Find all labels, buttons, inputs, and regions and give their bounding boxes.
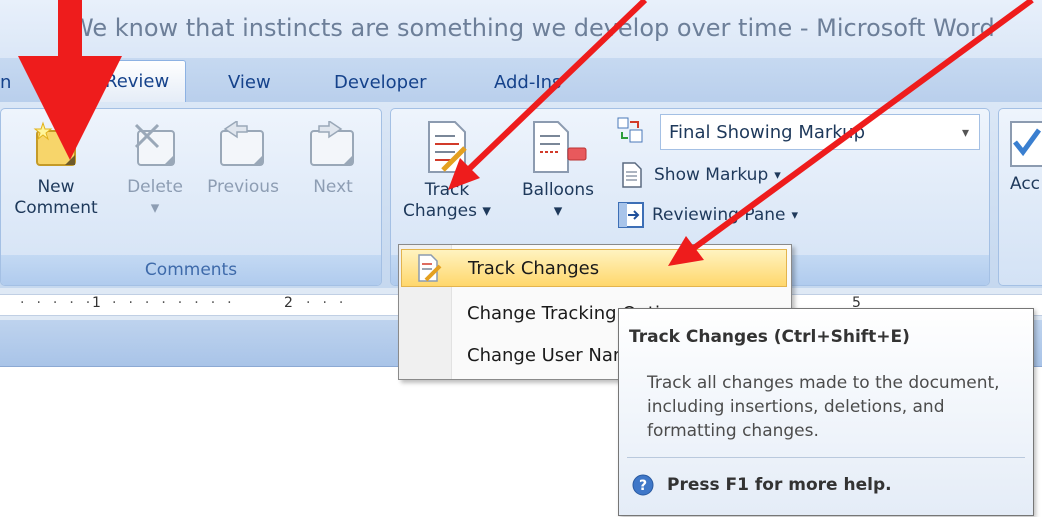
track-changes-label-line1: Track [424,180,470,200]
svg-text:?: ? [639,478,647,494]
delete-comment-label: Delete [127,177,183,197]
track-changes-label-text: Changes [403,201,477,221]
comments-group: New Comment Delete ▾ Previous Next Comme… [0,108,382,286]
reviewing-pane-button[interactable]: Reviewing Pane ▾ [618,202,798,228]
previous-comment-label: Previous [207,177,279,197]
tooltip-title: Track Changes (Ctrl+Shift+E) [629,327,910,347]
menu-item-track-changes[interactable]: Track Changes [401,249,787,287]
next-comment-icon [310,121,354,166]
new-comment-label-line2: Comment [14,198,98,218]
ruler-mark-2: 2 [284,295,293,311]
track-changes-small-icon [418,254,442,282]
delete-comment-icon [134,123,175,166]
tooltip-body: Track all changes made to the document, … [647,373,1000,441]
delete-comment-button[interactable]: Delete ▾ [113,121,197,219]
ruler-ticks-left: ····· [20,295,103,311]
balloons-icon [533,121,587,173]
previous-comment-icon [220,121,264,166]
display-for-review-value: Final Showing Markup [669,122,865,143]
track-changes-icon [428,121,467,173]
display-for-review-select[interactable]: Final Showing Markup ▾ [660,114,980,150]
previous-comment-button[interactable]: Previous [201,121,285,198]
accept-icon [1010,121,1042,167]
ruler-ticks-right: ··· [306,295,356,311]
menu-item-track-changes-label: Track Changes [468,258,600,279]
tab-view[interactable]: View [228,72,271,93]
balloons-label: Balloons [522,180,594,200]
tooltip-help-text: Press F1 for more help. [667,475,892,495]
help-icon: ? [632,474,654,496]
accept-button[interactable]: Acc [1000,118,1042,195]
title-bar: We know that instincts are something we … [0,0,1042,58]
tab-developer[interactable]: Developer [334,72,427,93]
tab-home-cut[interactable]: n [0,72,11,93]
accept-label: Acc [1010,174,1041,194]
ruler-ticks-mid: ········ [112,295,244,311]
chevron-down-icon: ▾ [961,125,969,141]
track-changes-button[interactable]: Track Changes ▾ [402,120,492,222]
tooltip-divider [627,457,1025,458]
new-comment-label-line1: New [37,177,75,197]
reviewing-pane-icon [618,202,644,228]
window-title: We know that instincts are something we … [70,14,995,42]
tooltip-help: ? Press F1 for more help. [631,473,892,497]
show-markup-icon [622,162,642,188]
show-markup-label: Show Markup [654,165,769,185]
new-comment-icon [33,121,76,166]
display-for-review-icon-cell [616,116,644,144]
balloons-button[interactable]: Balloons ▾ [510,120,606,222]
tab-review[interactable]: Review [88,60,187,103]
new-comment-button[interactable]: New Comment [9,121,103,219]
ribbon-tab-row: n Review View Developer Add-Ins [0,58,1042,103]
balloons-dropdown-arrow-icon: ▾ [553,201,563,221]
track-changes-tooltip: Track Changes (Ctrl+Shift+E) Track all c… [618,308,1034,516]
next-comment-label: Next [313,177,353,197]
ruler-mark-1: 1 [92,295,101,311]
reviewing-pane-label: Reviewing Pane [652,205,786,225]
reviewing-pane-dropdown-arrow-icon: ▾ [791,207,799,223]
track-changes-label-line2: Changes ▾ [403,201,491,221]
delete-dropdown-arrow-icon: ▾ [150,198,160,218]
show-markup-dropdown-arrow-icon: ▾ [774,167,781,183]
show-markup-button[interactable]: Show Markup ▾ [620,162,781,188]
tab-add-ins[interactable]: Add-Ins [494,72,561,93]
comments-group-label: Comments [1,255,381,285]
next-comment-button[interactable]: Next [291,121,375,198]
display-for-review-icon [617,117,643,143]
